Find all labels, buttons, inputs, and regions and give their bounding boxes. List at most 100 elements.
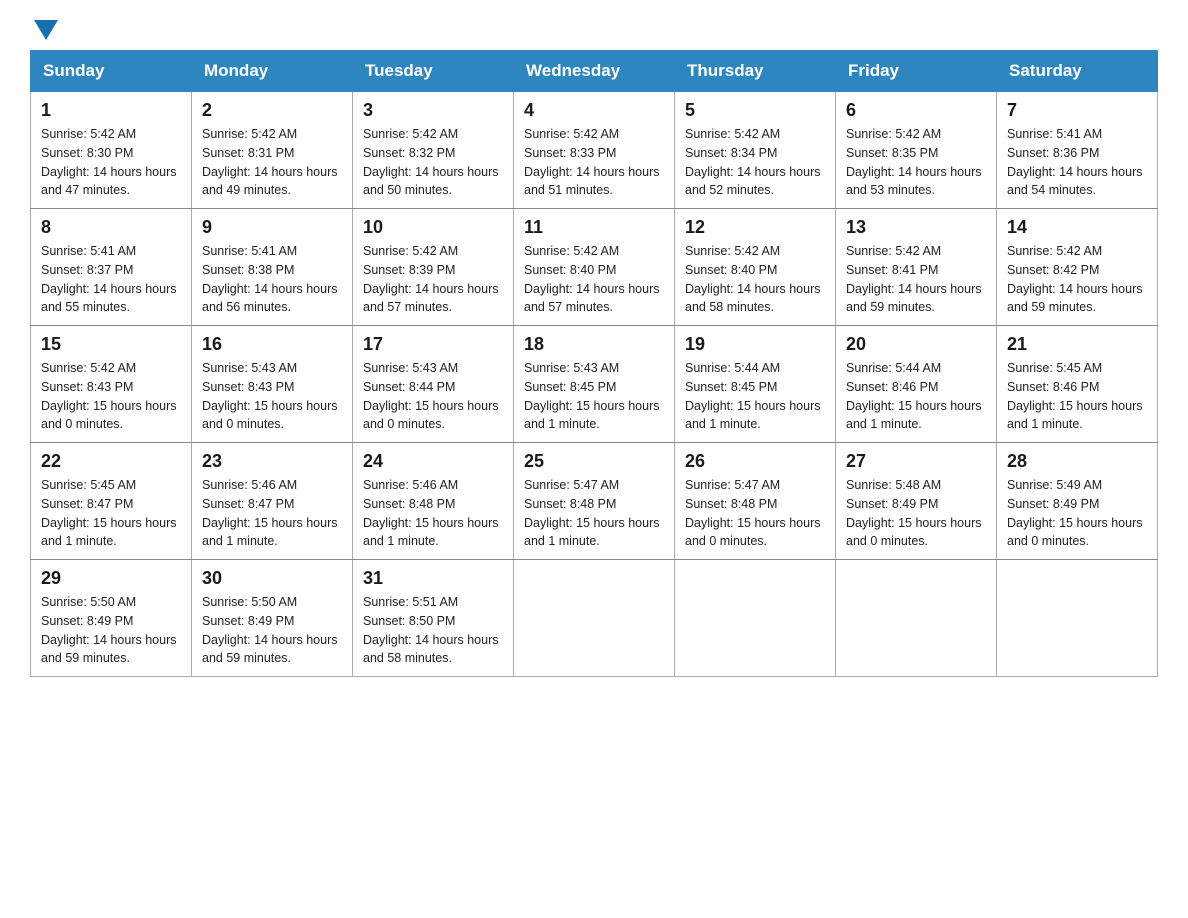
day-number: 7 [1007,100,1147,121]
calendar-week-4: 22 Sunrise: 5:45 AM Sunset: 8:47 PM Dayl… [31,443,1158,560]
calendar-cell [514,560,675,677]
day-number: 6 [846,100,986,121]
day-number: 5 [685,100,825,121]
weekday-header-friday: Friday [836,51,997,92]
calendar-cell [675,560,836,677]
day-info: Sunrise: 5:41 AM Sunset: 8:37 PM Dayligh… [41,242,181,317]
calendar-cell: 10 Sunrise: 5:42 AM Sunset: 8:39 PM Dayl… [353,209,514,326]
day-number: 4 [524,100,664,121]
day-info: Sunrise: 5:46 AM Sunset: 8:47 PM Dayligh… [202,476,342,551]
calendar-cell: 5 Sunrise: 5:42 AM Sunset: 8:34 PM Dayli… [675,92,836,209]
day-number: 24 [363,451,503,472]
calendar-cell: 1 Sunrise: 5:42 AM Sunset: 8:30 PM Dayli… [31,92,192,209]
day-info: Sunrise: 5:48 AM Sunset: 8:49 PM Dayligh… [846,476,986,551]
day-info: Sunrise: 5:47 AM Sunset: 8:48 PM Dayligh… [524,476,664,551]
calendar-cell: 20 Sunrise: 5:44 AM Sunset: 8:46 PM Dayl… [836,326,997,443]
day-info: Sunrise: 5:42 AM Sunset: 8:40 PM Dayligh… [685,242,825,317]
day-number: 17 [363,334,503,355]
calendar-cell: 22 Sunrise: 5:45 AM Sunset: 8:47 PM Dayl… [31,443,192,560]
calendar-cell: 16 Sunrise: 5:43 AM Sunset: 8:43 PM Dayl… [192,326,353,443]
day-info: Sunrise: 5:41 AM Sunset: 8:36 PM Dayligh… [1007,125,1147,200]
day-number: 15 [41,334,181,355]
calendar-cell: 29 Sunrise: 5:50 AM Sunset: 8:49 PM Dayl… [31,560,192,677]
day-number: 3 [363,100,503,121]
day-info: Sunrise: 5:47 AM Sunset: 8:48 PM Dayligh… [685,476,825,551]
logo-triangle-icon [34,20,58,40]
weekday-header-saturday: Saturday [997,51,1158,92]
calendar-cell: 6 Sunrise: 5:42 AM Sunset: 8:35 PM Dayli… [836,92,997,209]
day-info: Sunrise: 5:45 AM Sunset: 8:47 PM Dayligh… [41,476,181,551]
day-number: 27 [846,451,986,472]
calendar-header-row: SundayMondayTuesdayWednesdayThursdayFrid… [31,51,1158,92]
day-number: 20 [846,334,986,355]
day-info: Sunrise: 5:43 AM Sunset: 8:45 PM Dayligh… [524,359,664,434]
day-info: Sunrise: 5:42 AM Sunset: 8:30 PM Dayligh… [41,125,181,200]
day-number: 1 [41,100,181,121]
day-info: Sunrise: 5:42 AM Sunset: 8:40 PM Dayligh… [524,242,664,317]
day-info: Sunrise: 5:42 AM Sunset: 8:42 PM Dayligh… [1007,242,1147,317]
day-info: Sunrise: 5:43 AM Sunset: 8:44 PM Dayligh… [363,359,503,434]
day-number: 30 [202,568,342,589]
calendar-cell: 23 Sunrise: 5:46 AM Sunset: 8:47 PM Dayl… [192,443,353,560]
day-number: 19 [685,334,825,355]
day-number: 16 [202,334,342,355]
day-info: Sunrise: 5:44 AM Sunset: 8:45 PM Dayligh… [685,359,825,434]
day-info: Sunrise: 5:45 AM Sunset: 8:46 PM Dayligh… [1007,359,1147,434]
calendar-cell: 19 Sunrise: 5:44 AM Sunset: 8:45 PM Dayl… [675,326,836,443]
logo [30,20,58,40]
day-info: Sunrise: 5:50 AM Sunset: 8:49 PM Dayligh… [202,593,342,668]
calendar-cell: 11 Sunrise: 5:42 AM Sunset: 8:40 PM Dayl… [514,209,675,326]
day-info: Sunrise: 5:46 AM Sunset: 8:48 PM Dayligh… [363,476,503,551]
day-number: 11 [524,217,664,238]
calendar-cell: 17 Sunrise: 5:43 AM Sunset: 8:44 PM Dayl… [353,326,514,443]
calendar-cell: 18 Sunrise: 5:43 AM Sunset: 8:45 PM Dayl… [514,326,675,443]
calendar-cell: 31 Sunrise: 5:51 AM Sunset: 8:50 PM Dayl… [353,560,514,677]
calendar-cell: 25 Sunrise: 5:47 AM Sunset: 8:48 PM Dayl… [514,443,675,560]
day-info: Sunrise: 5:42 AM Sunset: 8:35 PM Dayligh… [846,125,986,200]
day-number: 18 [524,334,664,355]
calendar-week-3: 15 Sunrise: 5:42 AM Sunset: 8:43 PM Dayl… [31,326,1158,443]
day-number: 21 [1007,334,1147,355]
day-number: 13 [846,217,986,238]
calendar-cell: 8 Sunrise: 5:41 AM Sunset: 8:37 PM Dayli… [31,209,192,326]
day-number: 26 [685,451,825,472]
calendar-table: SundayMondayTuesdayWednesdayThursdayFrid… [30,50,1158,677]
calendar-cell [997,560,1158,677]
day-number: 22 [41,451,181,472]
day-number: 23 [202,451,342,472]
day-info: Sunrise: 5:42 AM Sunset: 8:39 PM Dayligh… [363,242,503,317]
calendar-cell: 30 Sunrise: 5:50 AM Sunset: 8:49 PM Dayl… [192,560,353,677]
weekday-header-thursday: Thursday [675,51,836,92]
day-number: 28 [1007,451,1147,472]
calendar-week-5: 29 Sunrise: 5:50 AM Sunset: 8:49 PM Dayl… [31,560,1158,677]
page-header [30,20,1158,40]
weekday-header-sunday: Sunday [31,51,192,92]
calendar-cell: 28 Sunrise: 5:49 AM Sunset: 8:49 PM Dayl… [997,443,1158,560]
day-info: Sunrise: 5:42 AM Sunset: 8:31 PM Dayligh… [202,125,342,200]
calendar-cell: 2 Sunrise: 5:42 AM Sunset: 8:31 PM Dayli… [192,92,353,209]
day-info: Sunrise: 5:42 AM Sunset: 8:34 PM Dayligh… [685,125,825,200]
weekday-header-monday: Monday [192,51,353,92]
day-info: Sunrise: 5:42 AM Sunset: 8:41 PM Dayligh… [846,242,986,317]
weekday-header-tuesday: Tuesday [353,51,514,92]
calendar-week-2: 8 Sunrise: 5:41 AM Sunset: 8:37 PM Dayli… [31,209,1158,326]
day-info: Sunrise: 5:42 AM Sunset: 8:33 PM Dayligh… [524,125,664,200]
day-info: Sunrise: 5:51 AM Sunset: 8:50 PM Dayligh… [363,593,503,668]
day-number: 8 [41,217,181,238]
calendar-cell: 13 Sunrise: 5:42 AM Sunset: 8:41 PM Dayl… [836,209,997,326]
day-number: 25 [524,451,664,472]
day-info: Sunrise: 5:43 AM Sunset: 8:43 PM Dayligh… [202,359,342,434]
calendar-week-1: 1 Sunrise: 5:42 AM Sunset: 8:30 PM Dayli… [31,92,1158,209]
calendar-cell: 15 Sunrise: 5:42 AM Sunset: 8:43 PM Dayl… [31,326,192,443]
calendar-cell: 12 Sunrise: 5:42 AM Sunset: 8:40 PM Dayl… [675,209,836,326]
calendar-cell: 27 Sunrise: 5:48 AM Sunset: 8:49 PM Dayl… [836,443,997,560]
day-number: 12 [685,217,825,238]
weekday-header-wednesday: Wednesday [514,51,675,92]
day-info: Sunrise: 5:49 AM Sunset: 8:49 PM Dayligh… [1007,476,1147,551]
calendar-cell: 24 Sunrise: 5:46 AM Sunset: 8:48 PM Dayl… [353,443,514,560]
calendar-cell: 26 Sunrise: 5:47 AM Sunset: 8:48 PM Dayl… [675,443,836,560]
day-info: Sunrise: 5:42 AM Sunset: 8:43 PM Dayligh… [41,359,181,434]
calendar-cell: 7 Sunrise: 5:41 AM Sunset: 8:36 PM Dayli… [997,92,1158,209]
calendar-cell: 21 Sunrise: 5:45 AM Sunset: 8:46 PM Dayl… [997,326,1158,443]
day-number: 9 [202,217,342,238]
